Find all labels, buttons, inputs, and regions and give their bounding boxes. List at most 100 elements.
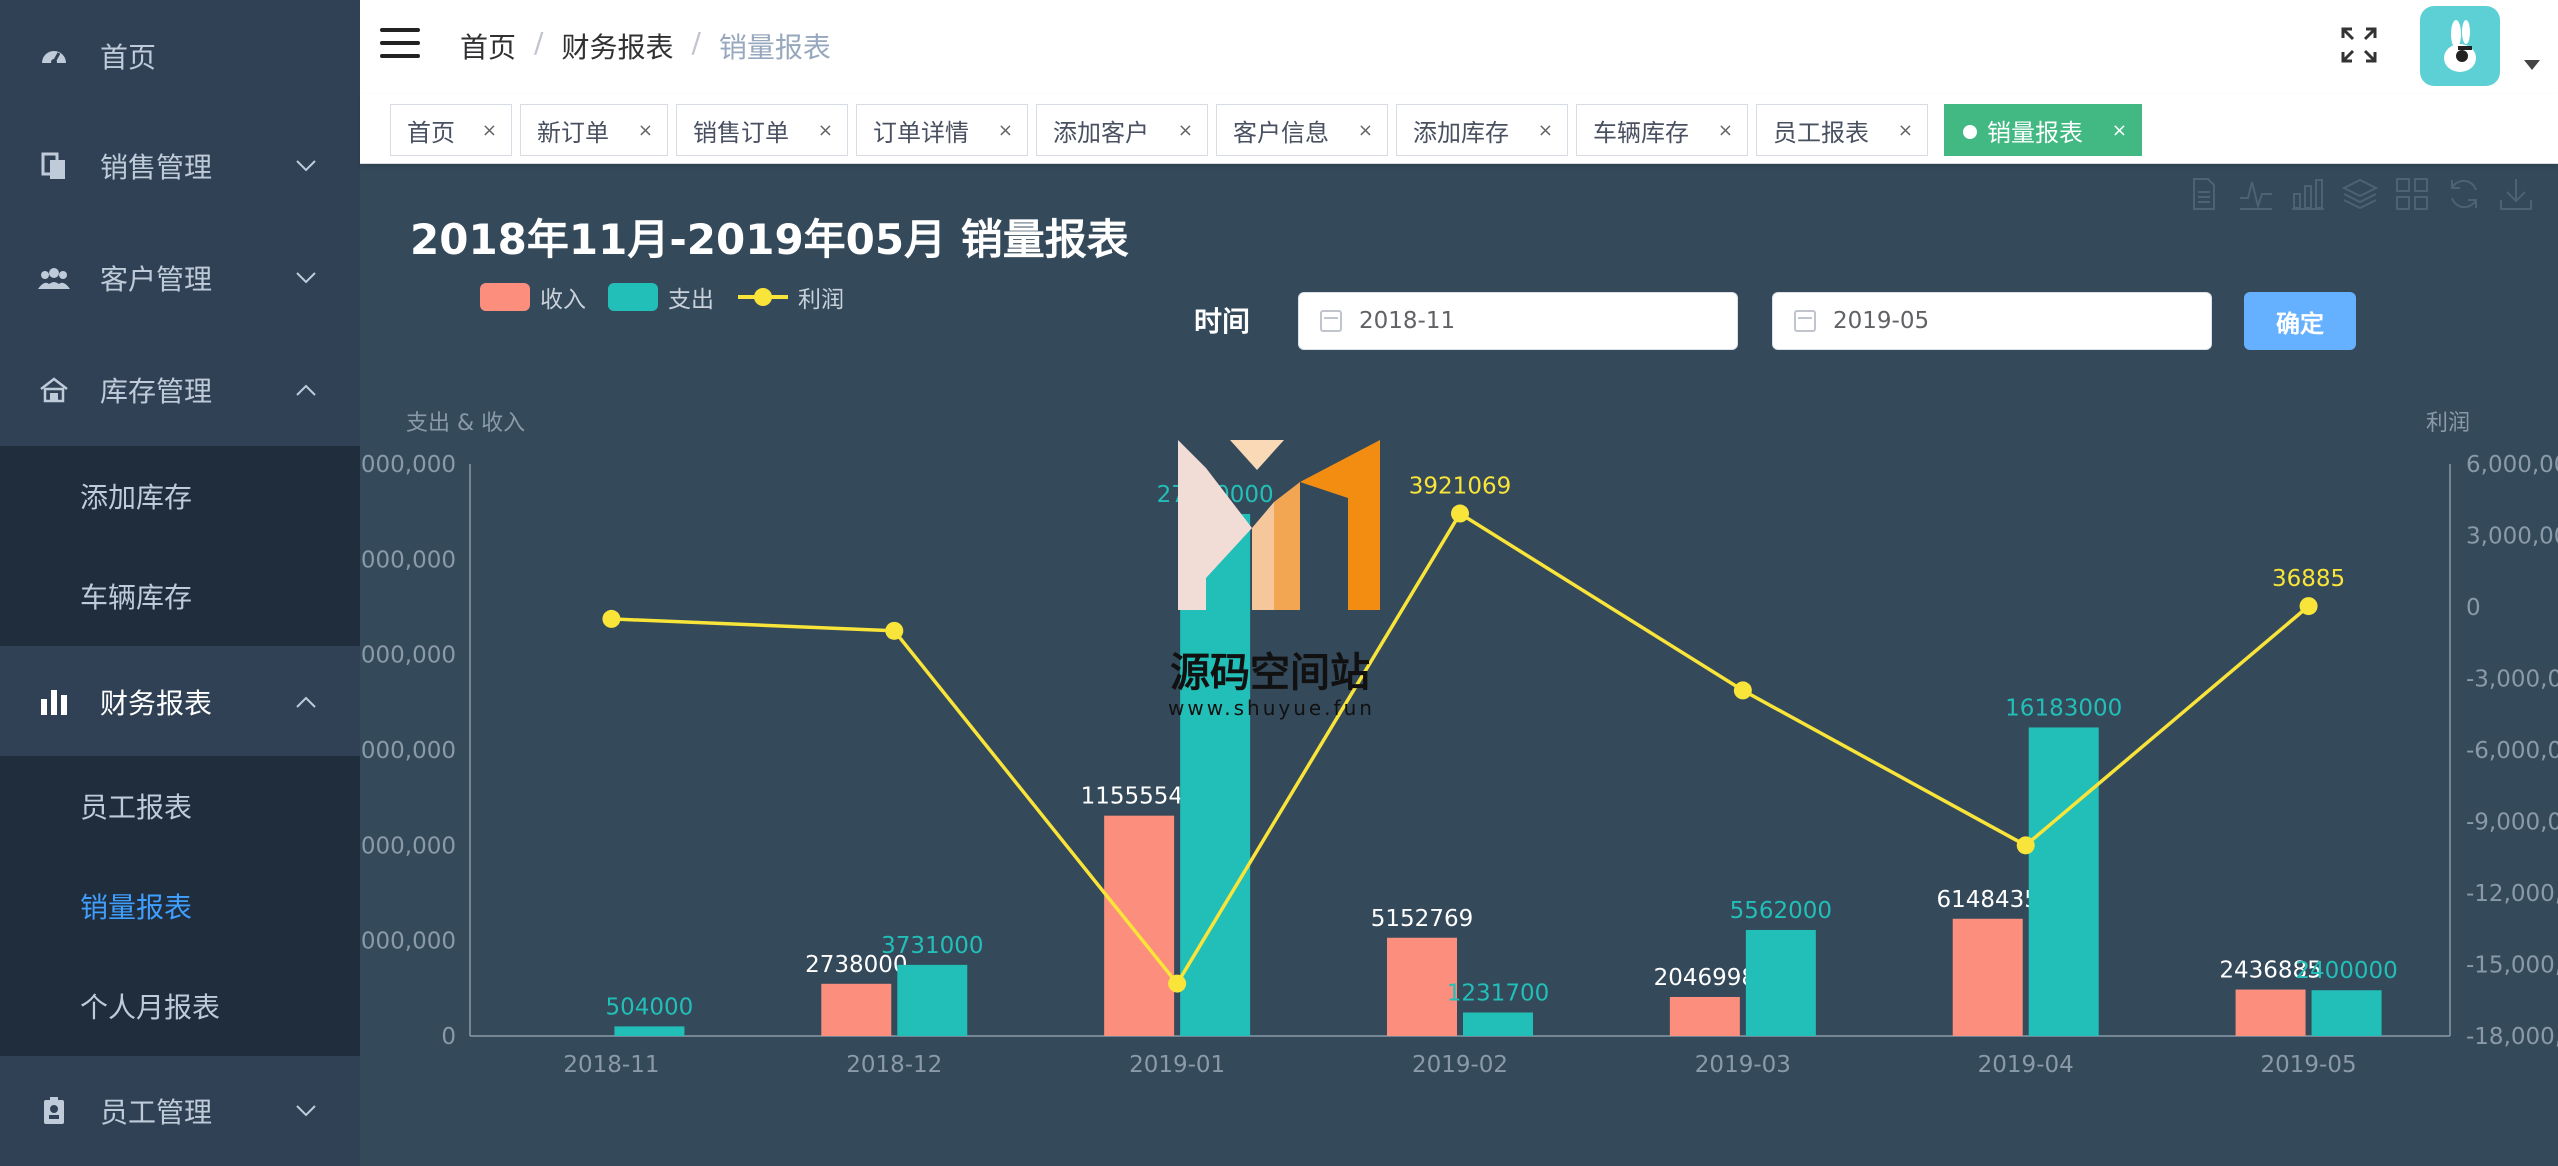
warehouse-icon — [38, 374, 70, 406]
tag-new-order[interactable]: 新订单 × — [520, 104, 668, 156]
bar-label-expense: 5562000 — [1730, 898, 1832, 924]
bar-expense — [614, 1026, 685, 1036]
close-icon[interactable]: × — [638, 120, 653, 141]
tag-label: 车辆库存 — [1593, 118, 1689, 147]
inventory-submenu: 添加库存 车辆库存 — [0, 446, 360, 646]
close-icon[interactable]: × — [998, 120, 1013, 141]
x-axis-tick: 2019-03 — [1695, 1052, 1791, 1078]
chevron-down-icon — [292, 152, 320, 180]
bar-expense — [1463, 1012, 1533, 1036]
bar-expense — [897, 964, 968, 1036]
tag-order-detail[interactable]: 订单详情 × — [856, 104, 1028, 156]
close-icon[interactable]: × — [482, 120, 497, 141]
tag-employee-report[interactable]: 员工报表 × — [1756, 104, 1928, 156]
tag-sales-order[interactable]: 销售订单 × — [676, 104, 848, 156]
y-axis-right-tick: -6,000,0 — [2466, 738, 2558, 764]
bar-chart-icon — [38, 686, 70, 718]
x-axis-tick: 2019-01 — [1129, 1052, 1225, 1078]
tag-vehicle-inventory[interactable]: 车辆库存 × — [1576, 104, 1748, 156]
close-icon[interactable]: × — [1358, 120, 1373, 141]
sidebar-item-label: 首页 — [100, 41, 157, 74]
profit-point — [1733, 681, 1752, 700]
chevron-down-icon — [292, 1097, 320, 1125]
tag-add-inventory[interactable]: 添加库存 × — [1396, 104, 1568, 156]
sidebar-item-finance[interactable]: 财务报表 — [0, 646, 360, 758]
sidebar-subitem-employee-report[interactable]: 员工报表 — [0, 756, 360, 856]
avatar[interactable] — [2420, 6, 2500, 86]
people-icon — [38, 262, 70, 294]
y-axis-right-tick: 6,000,00 — [2466, 452, 2558, 478]
breadcrumb-item-finance[interactable]: 财务报表 — [561, 26, 673, 66]
breadcrumb-separator: / — [534, 26, 544, 59]
sidebar-subitem-add-inventory[interactable]: 添加库存 — [0, 446, 360, 546]
bar-label-expense: 3731000 — [881, 933, 983, 959]
bar-label-income: 2046998 — [1654, 965, 1756, 991]
tag-customer-info[interactable]: 客户信息 × — [1216, 104, 1388, 156]
tag-label: 新订单 — [537, 118, 609, 147]
dashboard-icon — [38, 40, 70, 72]
y-axis-right-tick: -9,000,0 — [2466, 810, 2558, 836]
y-axis-right-tick: -18,000, — [2466, 1024, 2558, 1050]
bar-label-expense: 504000 — [606, 994, 694, 1020]
close-icon[interactable]: × — [2112, 120, 2127, 141]
tag-label: 客户信息 — [1233, 118, 1329, 147]
tag-home[interactable]: 首页 × — [390, 104, 512, 156]
close-icon[interactable]: × — [818, 120, 833, 141]
y-axis-left-tick: 000,000 — [361, 929, 456, 955]
y-axis-right-tick: -3,000,0 — [2466, 667, 2558, 693]
sidebar-item-customers[interactable]: 客户管理 — [0, 222, 360, 334]
sidebar-item-label: 财务报表 — [100, 687, 213, 720]
tag-label: 销售订单 — [693, 118, 789, 147]
bar-income — [2235, 989, 2306, 1036]
close-icon[interactable]: × — [1898, 120, 1913, 141]
y-axis-left-tick: 000,000 — [361, 643, 456, 669]
bar-label-expense: 1231700 — [1447, 981, 1549, 1007]
sidebar-subitem-label: 个人月报表 — [80, 991, 221, 1024]
bar-income — [1952, 918, 2023, 1036]
sidebar-item-inventory[interactable]: 库存管理 — [0, 334, 360, 446]
sidebar-subitem-label: 添加库存 — [80, 481, 193, 514]
sidebar-item-home[interactable]: 首页 — [0, 0, 360, 112]
close-icon[interactable]: × — [1718, 120, 1733, 141]
watermark-logo — [1178, 440, 1380, 610]
tag-sales-report[interactable]: 销量报表 × — [1944, 104, 2142, 156]
x-axis-tick: 2018-12 — [846, 1052, 942, 1078]
x-axis-tick: 2019-05 — [2261, 1052, 2357, 1078]
bar-label-expense: 16183000 — [2005, 695, 2122, 721]
watermark-url: www.shuyue.fun — [1168, 696, 1375, 720]
fullscreen-icon[interactable] — [2340, 26, 2378, 64]
bar-label-income: 5152769 — [1371, 906, 1473, 932]
sales-report-chart: 支出 & 收入 利润0000,000000,000000,000000,00000… — [361, 411, 2558, 1078]
navbar: 首页 / 财务报表 / 销量报表 — [360, 0, 2558, 94]
watermark-text: 源码空间站 — [1170, 650, 1370, 696]
profit-point — [1451, 504, 1469, 523]
y-axis-left-tick: 000,000 — [361, 547, 456, 573]
sidebar-item-sales[interactable]: 销售管理 — [0, 110, 360, 222]
profit-point — [885, 621, 904, 640]
sidebar-subitem-label: 车辆库存 — [80, 581, 193, 614]
y-axis-left-tick: 000,000 — [361, 452, 456, 478]
profit-point — [602, 609, 621, 628]
tag-add-customer[interactable]: 添加客户 × — [1036, 104, 1208, 156]
profit-point — [2016, 836, 2035, 855]
bar-label-expense: 2400000 — [2295, 958, 2397, 984]
sidebar-item-label: 员工管理 — [100, 1096, 213, 1129]
sidebar-subitem-label: 员工报表 — [80, 791, 193, 824]
hamburger-menu-icon[interactable] — [380, 28, 420, 62]
breadcrumb-item-current: 销量报表 — [718, 31, 831, 64]
close-icon[interactable]: × — [1538, 120, 1553, 141]
sidebar-subitem-sales-report[interactable]: 销量报表 — [0, 856, 360, 956]
tag-label: 添加客户 — [1053, 118, 1149, 147]
sidebar-item-label: 客户管理 — [100, 263, 213, 296]
sidebar-subitem-monthly-report[interactable]: 个人月报表 — [0, 956, 360, 1056]
breadcrumb-separator: / — [691, 26, 701, 59]
sidebar-item-employees[interactable]: 员工管理 — [0, 1056, 360, 1166]
documents-icon — [38, 150, 70, 182]
profit-point — [2299, 597, 2318, 616]
caret-down-icon[interactable] — [2524, 60, 2540, 70]
chevron-up-icon — [292, 376, 320, 404]
breadcrumb-item-home[interactable]: 首页 — [460, 26, 516, 66]
x-axis-tick: 2019-04 — [1978, 1052, 2074, 1078]
sidebar-subitem-vehicle-inventory[interactable]: 车辆库存 — [0, 546, 360, 646]
close-icon[interactable]: × — [1178, 120, 1193, 141]
